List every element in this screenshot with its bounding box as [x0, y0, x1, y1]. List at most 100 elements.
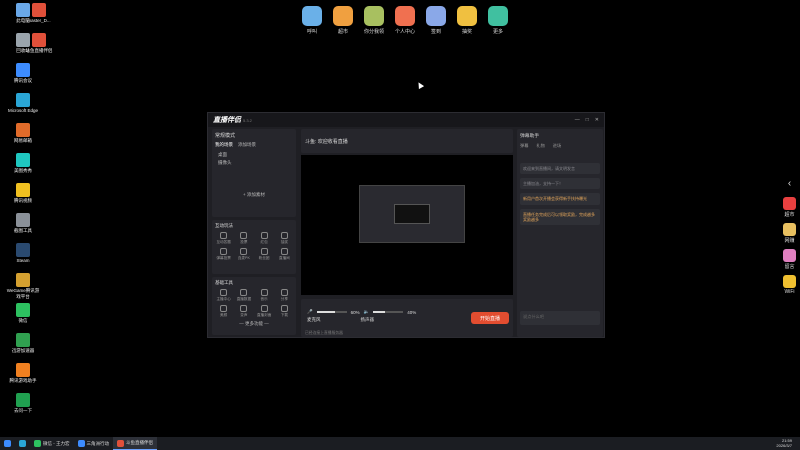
feature-item[interactable]: 粉丝团 [256, 248, 273, 261]
scene-item-camera[interactable]: 摄像头 [218, 160, 293, 166]
desktop-icon[interactable]: master_D... [22, 3, 56, 23]
feature-item[interactable]: 弹幕投票 [215, 248, 232, 261]
speaker-slider[interactable] [373, 311, 404, 313]
mode-selector[interactable]: 常规模式 [215, 132, 293, 139]
feature-label: 下载 [280, 313, 288, 317]
taskbar-edge[interactable] [15, 437, 30, 450]
scene-item-desktop[interactable]: 桌面 [218, 152, 293, 158]
stream-title[interactable]: 斗鱼: 欢迎收看直播 [305, 138, 348, 145]
chat-message: 欢迎来到直播间，请文明发言 [520, 163, 600, 175]
add-source-button[interactable]: + 添加素材 [215, 192, 293, 198]
feature-item[interactable]: 音乐 [256, 289, 273, 302]
desktop-icon[interactable]: Steam [6, 243, 40, 263]
feature-label: 变声 [240, 313, 248, 317]
feature-item[interactable]: 直播间 [276, 248, 293, 261]
mic-slider[interactable] [316, 311, 347, 313]
desktop-icon[interactable]: Microsoft Edge [6, 93, 40, 113]
app-icon [16, 363, 30, 377]
taskbar-app[interactable]: 三角洲行动 [74, 437, 114, 450]
app-icon [16, 213, 30, 227]
desktop-icon[interactable]: 腾讯会议 [6, 63, 40, 84]
desktop-icon[interactable]: WeGame腾讯游戏平台 [6, 273, 40, 300]
collapse-arrow-icon[interactable]: ‹ [788, 178, 791, 189]
desktop-icon[interactable]: 网易邮箱 [6, 123, 40, 144]
right-dock-item[interactable]: 网赚 [783, 223, 796, 244]
dock-label: 抽奖 [461, 29, 472, 35]
desktop-icon[interactable]: 腾讯视频 [6, 183, 40, 204]
chat-panel: 弹幕助手 弹幕 礼物 进场 欢迎来到直播间，请文明发言 主播加油，支持一下！ 新用户首次… [517, 129, 603, 337]
dock-item[interactable]: 超市 [331, 6, 355, 35]
mic-icon[interactable]: 🎤 [307, 309, 313, 315]
maximize-icon[interactable]: □ [586, 117, 589, 123]
tab-add-scene[interactable]: 添加场景 [238, 142, 256, 148]
close-icon[interactable]: ✕ [595, 117, 599, 123]
feature-label: 美颜 [220, 313, 228, 317]
tab-my-scenes[interactable]: 我的场景 [215, 142, 233, 148]
dock-item[interactable]: 签到 [424, 6, 448, 35]
more-functions[interactable]: — 更多功能 — [215, 321, 293, 327]
feature-label: 红包 [260, 240, 268, 244]
desktop-icon[interactable]: 腾讯游戏助手 [6, 363, 40, 384]
desktop-icon[interactable]: 去问一下 [6, 393, 40, 414]
dock-label: 留言 [784, 264, 795, 270]
stream-header: 斗鱼: 欢迎收看直播 [301, 129, 513, 153]
taskbar-app-label: 斗鱼直播伴侣 [126, 440, 153, 445]
feature-item[interactable]: 主播中心 [215, 289, 232, 302]
feature-item[interactable]: 直播封面 [256, 305, 273, 318]
dock-item[interactable]: 抽奖 [455, 6, 479, 35]
desktop-icon-label: 斗鱼直播伴侣 [25, 48, 53, 53]
desktop-icon[interactable]: 美图秀秀 [6, 153, 40, 174]
app-icon [16, 153, 30, 167]
app-icon [32, 33, 46, 47]
feature-item[interactable]: 互动答题 [215, 232, 232, 245]
stream-preview [301, 155, 513, 295]
chat-tab[interactable]: 礼物 [536, 143, 544, 149]
feature-icon [220, 305, 228, 312]
chat-tab[interactable]: 弹幕 [520, 143, 528, 149]
right-dock-item[interactable]: 留言 [783, 249, 796, 270]
desktop-icon-label: 网易邮箱 [14, 138, 32, 143]
app-title: 直播伴侣 [213, 117, 241, 124]
feature-item[interactable]: 美颜 [215, 305, 232, 318]
chat-input[interactable]: 说点什么吧 [520, 311, 600, 325]
app-icon [16, 303, 30, 317]
feature-item[interactable]: 投票 [235, 232, 252, 245]
feature-icon [240, 289, 248, 296]
right-dock-item[interactable]: WiFi [783, 275, 796, 295]
desktop-icon[interactable]: 迅游加速器 [6, 333, 40, 354]
dock-item[interactable]: 你分我领 [362, 6, 386, 35]
taskbar-app[interactable]: 微信 - 王力宏 [30, 437, 74, 450]
feature-item[interactable]: 下载 [276, 305, 293, 318]
right-dock-item[interactable]: 超市 [783, 197, 796, 218]
feature-item[interactable]: 连麦PK [235, 248, 252, 261]
start-button[interactable] [0, 437, 15, 450]
feature-icon [240, 248, 248, 255]
desktop-icon-label: 腾讯游戏助手 [9, 378, 37, 383]
dock-icon [783, 223, 796, 236]
speaker-icon[interactable]: 🔈 [364, 309, 370, 315]
desktop-icon[interactable]: 微信 [6, 303, 40, 324]
desktop-icon[interactable]: 截图工具 [6, 213, 40, 234]
feature-item[interactable]: 抽奖 [276, 232, 293, 245]
taskbar-app[interactable]: 斗鱼直播伴侣 [113, 437, 157, 450]
desktop-icon[interactable]: 斗鱼直播伴侣 [22, 33, 56, 54]
feature-icon [280, 248, 288, 255]
minimize-icon[interactable]: — [575, 117, 580, 123]
dock-item[interactable]: 更多 [486, 6, 510, 35]
feature-icon [260, 232, 268, 239]
start-live-button[interactable]: 开始直播 [471, 312, 509, 324]
clock[interactable]: 21:59 2026/3/7 [776, 438, 800, 449]
app-icon [16, 333, 30, 347]
feature-item[interactable]: 分享 [276, 289, 293, 302]
feature-item[interactable]: 直播数据 [235, 289, 252, 302]
chat-tab[interactable]: 进场 [553, 143, 561, 149]
chat-message: 主播加油，支持一下！ [520, 178, 600, 190]
dock-icon [457, 6, 477, 26]
dock-item[interactable]: 个人中心 [393, 6, 417, 35]
feature-item[interactable]: 变声 [235, 305, 252, 318]
feature-label: 投票 [240, 240, 248, 244]
feature-item[interactable]: 红包 [256, 232, 273, 245]
dock-item[interactable]: 呼叫 [300, 6, 324, 35]
feature-icon [280, 305, 288, 312]
taskbar-app-icon [77, 440, 85, 447]
